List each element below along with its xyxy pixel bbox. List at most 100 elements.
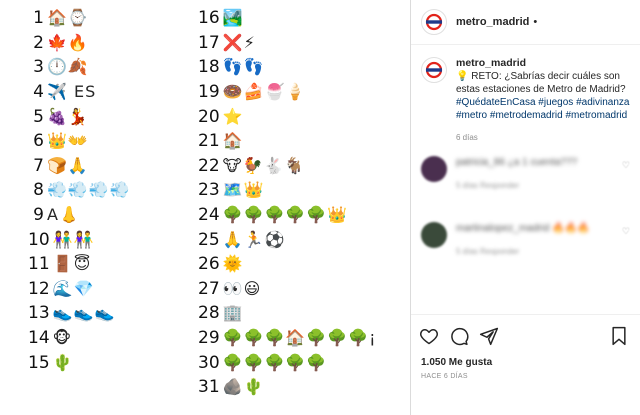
- caption-text: 💡 RETO: ¿Sabrías decir cuáles son estas …: [456, 71, 626, 95]
- riddle-number: 21: [198, 131, 220, 152]
- riddle-row: 5 🍇💃: [28, 104, 131, 129]
- riddle-emoji-clue: 🌳🌳🌳🌳🌳: [222, 352, 328, 372]
- riddle-row: 6 👑👐: [28, 129, 131, 154]
- riddle-number: 6: [33, 131, 44, 152]
- comment-bubble-icon[interactable]: [449, 326, 469, 346]
- riddle-number: 28: [198, 303, 220, 324]
- riddle-number: 11: [28, 254, 50, 275]
- riddle-emoji-clue: 🪨🌵: [222, 377, 265, 397]
- riddle-number: 25: [198, 229, 220, 250]
- riddle-number: 1: [33, 8, 44, 29]
- action-bar: 1.050 Me gusta HACE 6 DÍAS: [411, 314, 640, 380]
- riddle-number: 12: [28, 278, 50, 299]
- riddle-row: 4 ✈️ ES: [28, 80, 131, 105]
- post-image: 1 🏠⌚ 2 🍁🔥 3 🕛🍂 4 ✈️ ES 5 🍇💃 6 👑👐 7 🍞🙏 8 💨💨💨💨 9 A👃 10 👫👫 11 🚪😇…: [0, 0, 410, 415]
- riddle-emoji-clue: 🌞: [222, 254, 244, 274]
- riddle-row: 30 🌳🌳🌳🌳🌳: [198, 350, 377, 375]
- riddle-row: 7 🍞🙏: [28, 154, 131, 179]
- riddle-column-left: 1 🏠⌚ 2 🍁🔥 3 🕛🍂 4 ✈️ ES 5 🍇💃 6 👑👐 7 🍞🙏 8 💨💨💨💨 9 A👃 10 👫👫 11 🚪😇…: [28, 6, 131, 375]
- riddle-emoji-clue: 🌳🌳🌳🌳🌳👑: [222, 205, 349, 225]
- riddle-emoji-clue: ⭐: [222, 106, 244, 126]
- comment-text: martinalopez_madrid 🔥🔥🔥: [456, 223, 590, 234]
- riddle-emoji-clue: 🌊💎: [52, 278, 95, 298]
- riddle-row: 24 🌳🌳🌳🌳🌳👑: [198, 203, 377, 228]
- riddle-emoji-clue: 👑👐: [47, 131, 89, 151]
- post-timestamp: HACE 6 DÍAS: [421, 373, 468, 380]
- riddle-number: 13: [28, 303, 50, 324]
- riddle-column-right: 16 🏞️ 17 ❌⚡ 18 👣👣 19 🍩🍰🍧🍦 20 ⭐ 21 🏠 22 🐮🐓🐇🐐 23 🗺️👑 24 🌳🌳🌳…: [198, 6, 377, 400]
- riddle-number: 9: [33, 205, 44, 226]
- riddle-number: 16: [198, 8, 220, 29]
- header-dot: •: [533, 16, 538, 28]
- riddle-row: 2 🍁🔥: [28, 31, 131, 56]
- riddle-number: 27: [198, 278, 220, 299]
- riddle-emoji-clue: 🐮🐓🐇🐐: [222, 155, 306, 175]
- header-username[interactable]: metro_madrid: [456, 16, 529, 28]
- riddle-row: 10 👫👫: [28, 227, 131, 252]
- riddle-number: 4: [33, 82, 44, 103]
- riddle-number: 30: [198, 352, 220, 373]
- riddle-emoji-clue: 🌵: [52, 352, 74, 372]
- riddle-number: 7: [33, 155, 44, 176]
- riddle-emoji-clue: 🍇💃: [47, 106, 89, 126]
- riddle-number: 20: [198, 106, 220, 127]
- like-count[interactable]: 1.050 Me gusta: [411, 351, 640, 368]
- riddle-row: 21 🏠: [198, 129, 377, 154]
- riddle-emoji-clue: 👣👣: [222, 57, 265, 77]
- riddle-emoji-clue: 👫👫: [52, 229, 95, 249]
- riddle-emoji-clue: 🏢: [222, 303, 244, 323]
- riddle-row: 26 🌞: [198, 252, 377, 277]
- riddle-row: 18 👣👣: [198, 55, 377, 80]
- riddle-row: 25 🙏🏃⚽: [198, 227, 377, 252]
- riddle-number: 31: [198, 377, 220, 398]
- riddle-row: 8 💨💨💨💨: [28, 178, 131, 203]
- riddle-emoji-clue: 🙏🏃⚽: [222, 229, 286, 249]
- post-header: metro_madrid •: [411, 0, 640, 45]
- post-sidebar: metro_madrid • metro_madrid 💡 RETO: ¿Sab…: [411, 0, 640, 415]
- riddle-number: 19: [198, 82, 220, 103]
- riddle-emoji-clue: 🐵: [52, 328, 73, 348]
- riddle-row: 31 🪨🌵: [198, 375, 377, 400]
- bookmark-icon[interactable]: [610, 326, 628, 346]
- riddle-row: 27 👀😃: [198, 277, 377, 302]
- riddle-emoji-clue: 🕛🍂: [47, 57, 89, 77]
- share-send-icon[interactable]: [479, 326, 499, 346]
- riddle-number: 3: [33, 57, 44, 78]
- comment: patricia_86 ¿a 1 cuenta??? 5 días Respon…: [411, 156, 640, 192]
- riddle-emoji-clue: 🚪😇: [52, 254, 92, 274]
- riddle-emoji-clue: 🏠: [222, 131, 244, 151]
- riddle-number: 29: [198, 328, 220, 349]
- riddle-emoji-clue: ❌⚡: [222, 32, 256, 52]
- riddle-emoji-clue: A👃: [47, 205, 80, 225]
- caption-username[interactable]: metro_madrid: [456, 57, 630, 70]
- riddle-number: 5: [33, 106, 44, 127]
- riddle-row: 3 🕛🍂: [28, 55, 131, 80]
- avatar[interactable]: [421, 222, 447, 248]
- comment: martinalopez_madrid 🔥🔥🔥 5 días Responder…: [411, 222, 640, 258]
- riddle-emoji-clue: 🗺️👑: [222, 180, 265, 200]
- riddle-row: 15 🌵: [28, 350, 131, 375]
- comment-heart-icon[interactable]: ♡: [622, 226, 630, 237]
- caption-avatar-icon[interactable]: [421, 57, 447, 83]
- avatar[interactable]: [421, 156, 447, 182]
- riddle-row: 16 🏞️: [198, 6, 377, 31]
- riddle-number: 14: [28, 328, 50, 349]
- caption-hashtags[interactable]: #QuédateEnCasa #juegos #adivinanza #metr…: [456, 97, 629, 121]
- comment-meta: 5 días Responder: [456, 247, 520, 256]
- like-heart-icon[interactable]: [419, 326, 439, 346]
- riddle-number: 22: [198, 155, 220, 176]
- riddle-row: 20 ⭐: [198, 104, 377, 129]
- comment-heart-icon[interactable]: ♡: [622, 160, 630, 171]
- riddle-number: 18: [198, 57, 220, 78]
- caption: metro_madrid 💡 RETO: ¿Sabrías decir cuál…: [411, 45, 640, 144]
- riddle-row: 23 🗺️👑: [198, 178, 377, 203]
- riddle-row: 29 🌳🌳🌳🏠🌳🌳🌳¡: [198, 326, 377, 351]
- riddle-row: 9 A👃: [28, 203, 131, 228]
- riddle-number: 26: [198, 254, 220, 275]
- riddle-row: 17 ❌⚡: [198, 31, 377, 56]
- metro-logo-icon[interactable]: [421, 9, 447, 35]
- riddle-emoji-clue: 👟👟👟: [52, 303, 116, 323]
- riddle-emoji-clue: 🌳🌳🌳🏠🌳🌳🌳¡: [222, 328, 377, 348]
- comment-meta: 5 días Responder: [456, 181, 520, 190]
- riddle-emoji-clue: 👀😃: [222, 278, 262, 298]
